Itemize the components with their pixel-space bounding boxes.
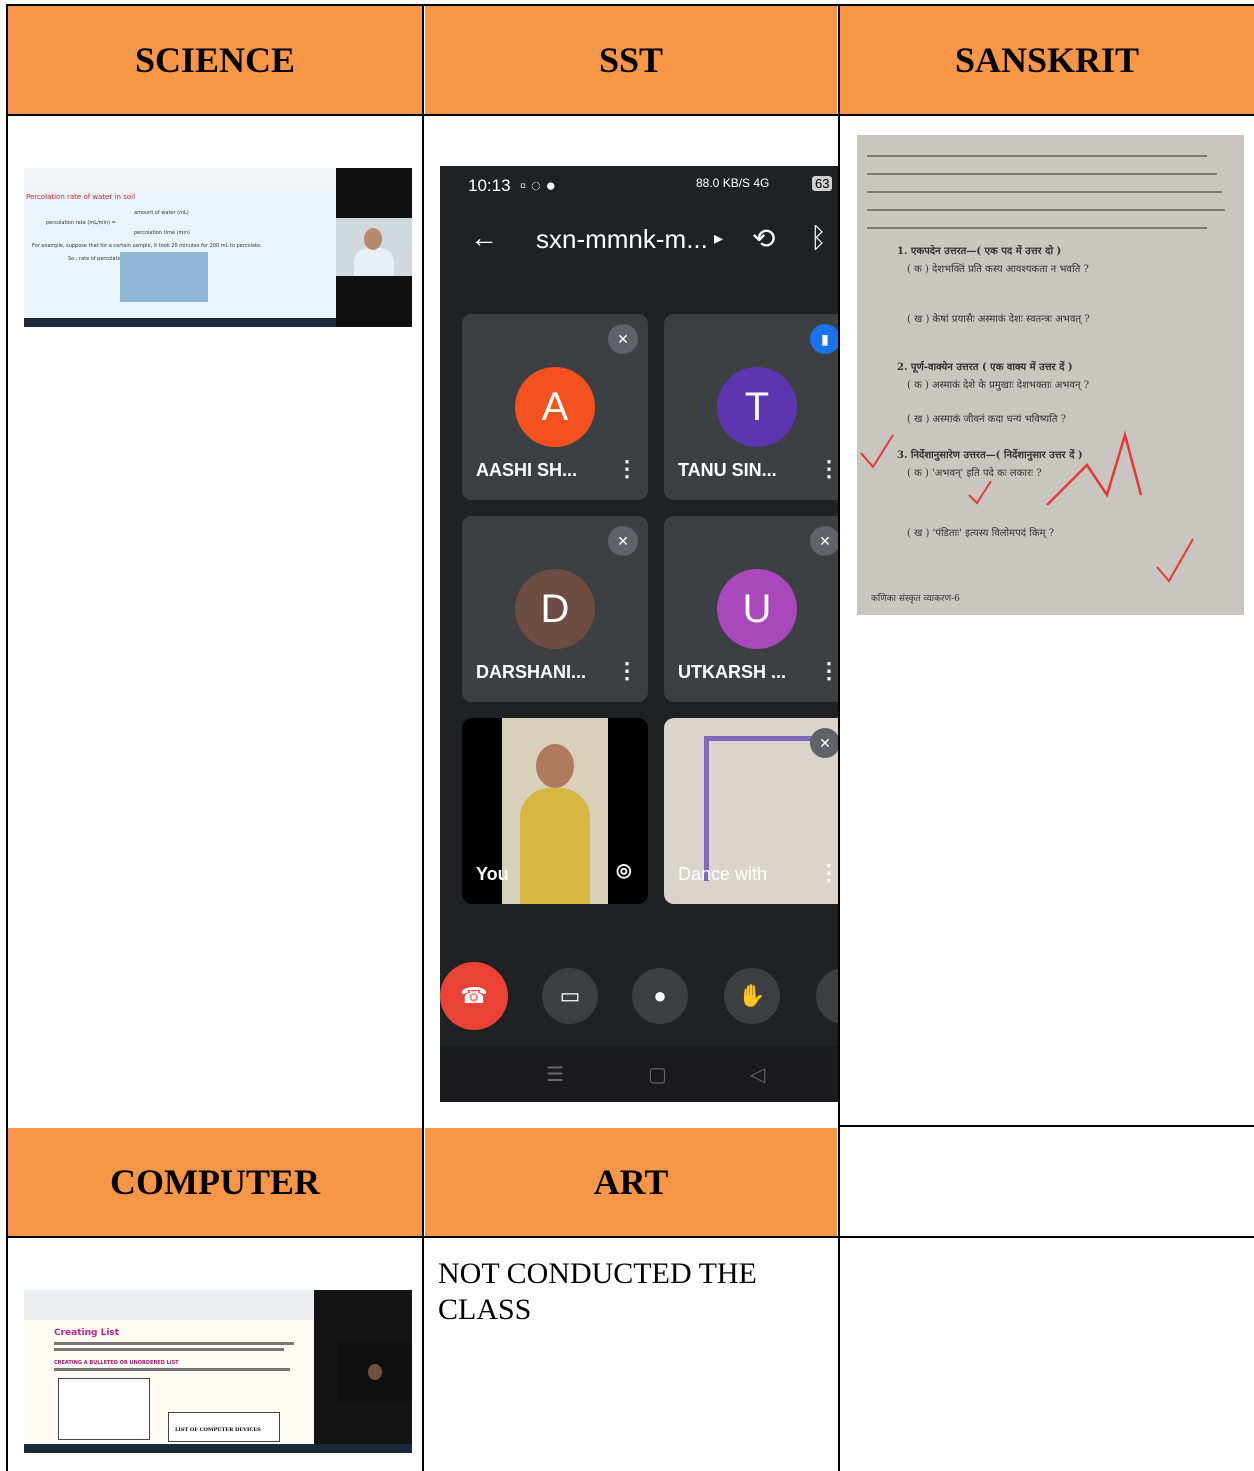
mic-off-icon: ✕ [608,526,638,556]
code-box [58,1378,150,1440]
header-science-label: SCIENCE [134,40,296,80]
participant-video-tile[interactable]: ✕ Dance with ⋮ [664,718,838,904]
header-art: ART [425,1128,837,1236]
chevron-right-icon[interactable]: ▸ [714,228,723,249]
table-border [840,1125,1254,1127]
person-head [536,744,574,788]
participant-tile[interactable]: ✕ A AASHI SH... ⋮ [462,314,648,500]
self-video-tile[interactable]: You ◎ [462,718,648,904]
table-border [6,4,8,1471]
header-sanskrit-label: SANSKRIT [954,40,1140,80]
art-note: NOT CONDUCTED THE CLASS [438,1257,757,1326]
taskbar [24,1444,412,1453]
taskbar [24,318,336,327]
slide-title: Percolation rate of water in soil [26,193,136,201]
participant-name: DARSHANI... [476,662,587,682]
computer-class-screenshot: Creating List CREATING A BULLETED OR UNO… [24,1290,412,1453]
avatar: T [717,367,797,447]
microphone-button[interactable]: ● [632,968,688,1024]
header-art-label: ART [593,1162,669,1202]
header-sst: SST [425,6,837,114]
more-controls-button[interactable] [816,968,838,1024]
recents-icon[interactable]: ☰ [546,1062,564,1087]
more-options-icon[interactable]: ⋮ [818,456,838,482]
browser-chrome [24,168,336,190]
participant-tile[interactable]: ✕ U UTKARSH ... ⋮ [664,516,838,702]
status-network: 88.0 KB/S 4G [696,176,770,190]
meeting-code[interactable]: sxn-mmnk-m... [536,224,708,255]
switch-camera-icon[interactable]: ⟲ [752,222,775,255]
person-body [354,248,394,276]
battery-icon: 63 [812,176,833,191]
header-computer: COMPUTER [8,1128,422,1236]
person-head [364,228,382,250]
more-options-icon[interactable]: ⋮ [818,860,838,886]
teacher-webcam [336,218,412,276]
slide-image [120,252,208,302]
participant-name: AASHI SH... [476,460,578,480]
sanskrit-worksheet-photo: 1. एकपदेन उत्तरत—( एक पद में उत्तर दो ) … [857,135,1244,615]
output-box: LIST OF COMPUTER DEVICES [168,1412,280,1442]
sst-meet-screenshot: 10:13 ▫ ◌ ● 88.0 KB/S 4G 63 ← sxn-mmnk-m… [440,166,838,1102]
doc-subheading: CREATING A BULLETED OR UNORDERED LIST [54,1360,179,1366]
avatar: D [515,569,595,649]
status-icons: ▫ ◌ ● [520,176,556,195]
back-arrow-icon[interactable]: ← [470,222,498,254]
more-options-icon[interactable]: ⋮ [616,456,638,482]
end-call-button[interactable]: ☎ [440,962,508,1030]
effects-icon[interactable]: ◎ [616,860,632,881]
header-sanskrit: SANSKRIT [840,6,1254,114]
more-options-icon[interactable]: ⋮ [616,658,638,684]
slide: Percolation rate of water in soil amount… [24,190,336,320]
bluetooth-icon[interactable]: ᛒ [810,222,827,254]
participant-name: Dance with [678,864,768,884]
camera-button[interactable]: ▭ [542,968,598,1024]
person-body [520,788,590,904]
avatar: A [515,367,595,447]
status-time: 10:13 [468,176,511,195]
table-border [6,114,1254,116]
output-title: LIST OF COMPUTER DEVICES [175,1427,261,1433]
more-options-icon[interactable]: ⋮ [818,658,838,684]
mic-off-icon: ✕ [608,324,638,354]
avatar: U [717,569,797,649]
table-border [422,4,424,1471]
android-nav-bar: ☰ ▢ ◁ [440,1046,838,1102]
participant-name: UTKARSH ... [678,662,786,682]
red-pen-marks [860,430,1194,583]
raise-hand-button[interactable]: ✋ [724,968,780,1024]
self-video [502,718,608,904]
viewer-toolbar [24,1290,314,1320]
formula-numerator: amount of water (mL) [134,210,189,216]
table-border [6,1236,1254,1238]
mic-off-icon: ✕ [810,526,838,556]
table-border [6,4,1254,6]
person-head [368,1364,382,1380]
slide-example: For example, suppose that for a certain … [32,243,262,249]
participant-tile[interactable]: ✕ D DARSHANI... ⋮ [462,516,648,702]
formula-lhs: percolation rate (mL/min) = [46,220,116,226]
table-border [838,4,840,1471]
participant-name: TANU SIN... [678,460,777,480]
document-page: Creating List CREATING A BULLETED OR UNO… [24,1320,314,1444]
back-icon[interactable]: ◁ [750,1062,765,1087]
self-label: You [476,864,509,884]
participant-tile[interactable]: ▮ T TANU SIN... ⋮ [664,314,838,500]
doc-heading: Creating List [54,1328,120,1338]
text-line [54,1342,294,1345]
mic-off-icon: ✕ [810,728,838,758]
header-science: SCIENCE [8,6,422,114]
science-class-screenshot: Percolation rate of water in soil amount… [24,168,412,327]
text-line [54,1348,284,1351]
header-sst-label: SST [598,40,664,80]
text-line [54,1368,290,1371]
teacher-webcam [338,1342,412,1402]
speaking-indicator-icon: ▮ [810,324,838,354]
home-icon[interactable]: ▢ [648,1062,667,1087]
formula-denominator: percolation time (min) [134,230,190,236]
header-computer-label: COMPUTER [110,1162,320,1202]
